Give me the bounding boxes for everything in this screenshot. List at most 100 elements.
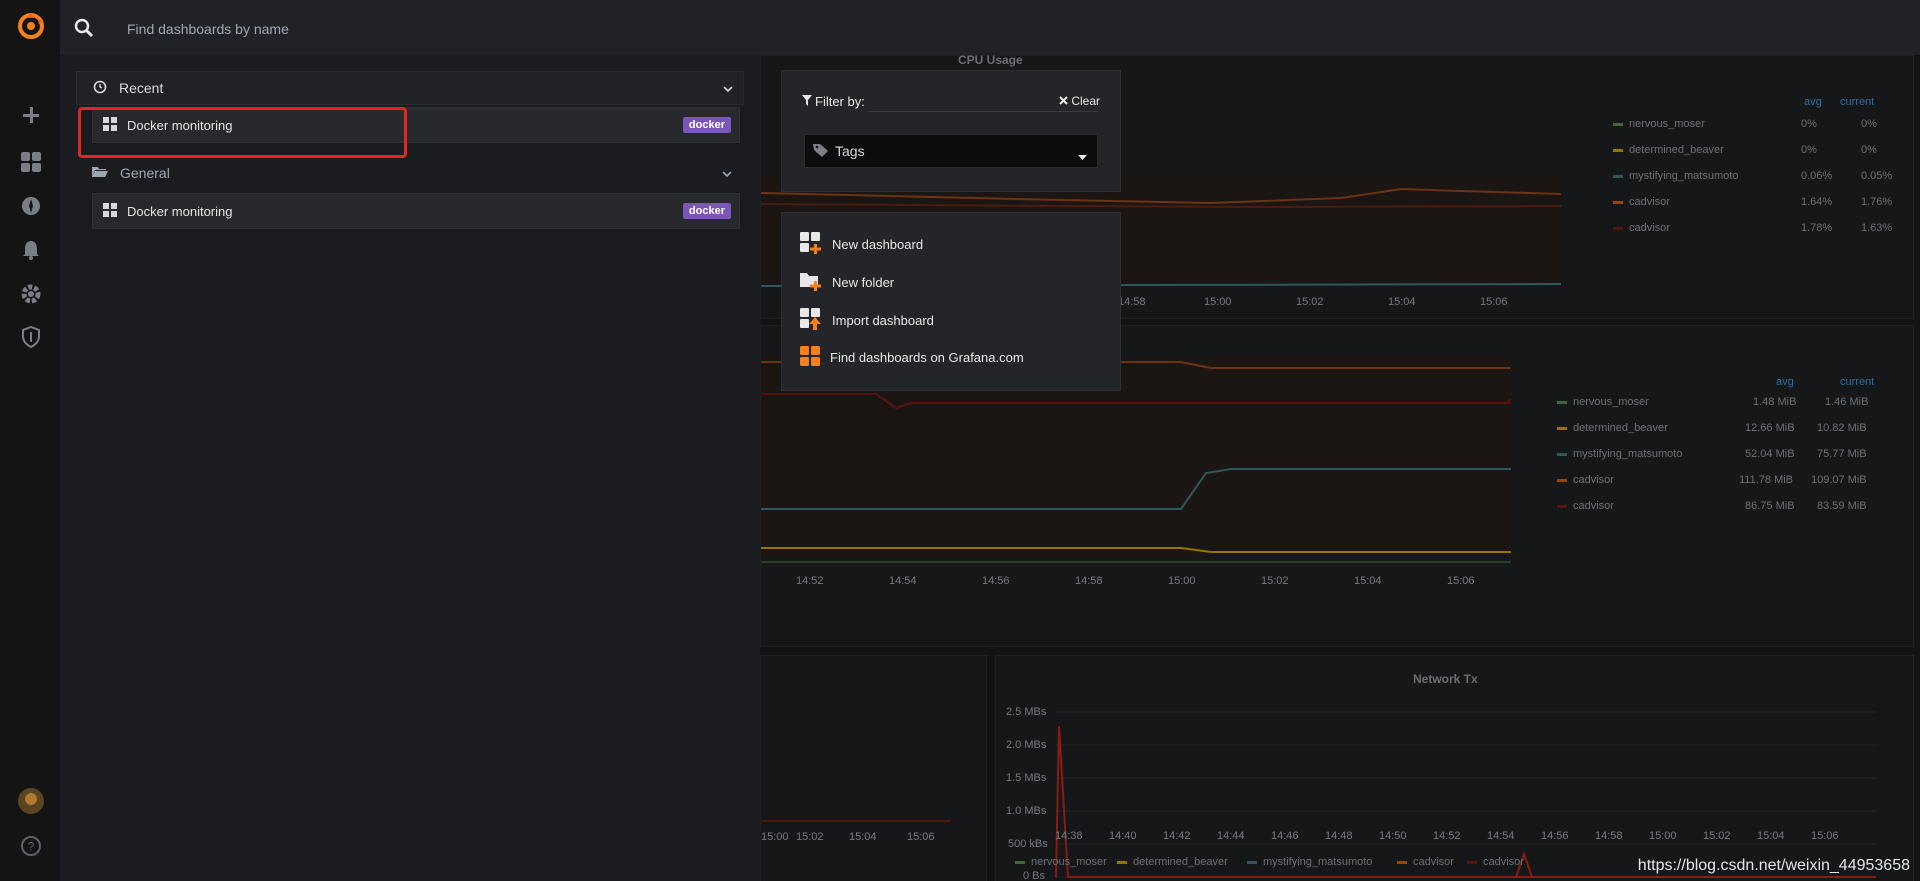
x-tick: 15:04 (1354, 575, 1382, 587)
help-icon[interactable]: ? (15, 830, 47, 862)
section-title: General (120, 165, 170, 181)
legend-label: cadvisor (1483, 856, 1524, 868)
chevron-down-icon[interactable] (722, 166, 732, 182)
grafana-logo-icon[interactable] (15, 10, 47, 42)
legend-label: cadvisor (1413, 856, 1454, 868)
legend-label: mystifying_matsumoto (1263, 856, 1373, 868)
network-tx-x-axis: 14:38 14:40 14:42 14:44 14:46 14:48 14:5… (1055, 830, 1915, 846)
action-label: Find dashboards on Grafana.com (830, 349, 1024, 365)
x-tick: 15:06 (1447, 575, 1475, 587)
svg-text:?: ? (28, 840, 35, 854)
x-tick: 14:56 (1541, 830, 1569, 842)
x-tick: 15:06 (1480, 296, 1508, 308)
x-tick: 15:04 (1757, 830, 1785, 842)
legend-header: avg (1804, 96, 1822, 108)
x-tick: 14:50 (1379, 830, 1407, 842)
grafana-dashboards-icon (800, 345, 820, 369)
shield-icon[interactable] (15, 321, 47, 353)
network-tx-legend: nervous_moser determined_beaver mystifyi… (1015, 856, 1535, 872)
tags-select[interactable]: Tags (804, 134, 1098, 168)
bell-icon[interactable] (15, 234, 47, 266)
x-tick: 15:06 (1811, 830, 1839, 842)
new-dashboard-icon (800, 231, 822, 257)
tag-icon (813, 143, 829, 160)
caret-down-icon (1078, 148, 1087, 164)
y-tick: 2.0 MBs (1006, 739, 1047, 751)
actions-panel: New dashboard New folder Import dashboar… (781, 212, 1121, 391)
x-tick: 15:06 (907, 831, 935, 843)
import-dashboard-button[interactable]: Import dashboard (800, 306, 934, 334)
filter-label: Filter by: (815, 94, 865, 109)
section-general[interactable]: General (76, 157, 742, 189)
plus-icon[interactable] (15, 99, 47, 131)
new-dashboard-button[interactable]: New dashboard (800, 230, 923, 258)
legend-header: current (1840, 376, 1875, 388)
y-tick: 1.5 MBs (1006, 772, 1047, 784)
x-tick: 15:00 (1204, 296, 1232, 308)
sidebar: ? (0, 0, 61, 881)
search-icon[interactable] (74, 18, 94, 43)
close-icon (1059, 94, 1069, 108)
clear-button[interactable]: Clear (1059, 94, 1100, 108)
watermark: https://blog.csdn.net/weixin_44953658 (1637, 857, 1910, 874)
action-label: Import dashboard (832, 312, 934, 328)
x-tick: 14:38 (1055, 830, 1083, 842)
x-tick: 14:40 (1109, 830, 1137, 842)
tag-badge[interactable]: docker (682, 203, 731, 219)
x-tick: 15:00 (761, 831, 789, 843)
x-tick: 14:58 (1595, 830, 1623, 842)
y-tick: 1.0 MBs (1006, 805, 1047, 817)
x-tick: 14:54 (1487, 830, 1515, 842)
clear-label: Clear (1071, 94, 1100, 108)
dashboard-icon (103, 202, 117, 220)
y-tick: 500 kBs (1008, 838, 1048, 850)
legend-header: current (1840, 96, 1875, 108)
legend-label: determined_beaver (1133, 856, 1228, 868)
x-tick: 14:46 (1271, 830, 1299, 842)
find-grafana-dashboards-link[interactable]: Find dashboards on Grafana.com (800, 343, 1024, 371)
x-tick: 15:02 (796, 831, 824, 843)
legend-row: cadvisor 86.75 MiB 83.59 MiB (1557, 500, 1897, 512)
new-folder-button[interactable]: New folder (800, 268, 894, 296)
search-bar (60, 0, 1920, 56)
legend-row: determined_beaver 12.66 MiB 10.82 MiB (1557, 422, 1897, 434)
legend-row: mystifying_matsumoto 0.06% 0.05% (1613, 170, 1893, 182)
clock-icon (93, 80, 107, 97)
filter-panel: Filter by: Clear Tags (781, 70, 1121, 192)
search-results-panel: Recent Docker monitoring docker General … (60, 55, 760, 881)
section-title: Recent (119, 80, 164, 96)
legend-row: cadvisor 111.78 MiB 109.07 MiB (1557, 474, 1897, 486)
explore-icon[interactable] (15, 190, 47, 222)
legend-row: determined_beaver 0% 0% (1613, 144, 1893, 156)
legend-row: mystifying_matsumoto 52.04 MiB 75.77 MiB (1557, 448, 1897, 460)
chevron-down-icon[interactable] (723, 81, 733, 97)
avatar[interactable] (15, 785, 47, 817)
tag-badge[interactable]: docker (682, 117, 731, 133)
network-tx-panel: Network Tx 2.5 MBs 2.0 MBs 1.5 MBs 1.0 M… (995, 655, 1914, 881)
x-tick: 14:56 (982, 575, 1010, 587)
divider (868, 111, 1098, 112)
legend-label: nervous_moser (1031, 856, 1107, 868)
filter-label-row: Filter by: (802, 94, 865, 109)
x-tick: 15:02 (1261, 575, 1289, 587)
tags-label: Tags (835, 143, 865, 159)
x-tick: 14:58 (1118, 296, 1146, 308)
x-tick: 14:52 (1433, 830, 1461, 842)
import-icon (800, 307, 822, 333)
list-item[interactable]: Docker monitoring docker (92, 193, 740, 229)
x-tick: 15:02 (1296, 296, 1324, 308)
gear-icon[interactable] (15, 278, 47, 310)
legend-row: nervous_moser 1.48 MiB 1.46 MiB (1557, 396, 1897, 408)
dashboards-icon[interactable] (15, 146, 47, 178)
new-folder-icon (800, 270, 822, 295)
x-tick: 15:04 (849, 831, 877, 843)
x-tick: 14:58 (1075, 575, 1103, 587)
x-tick: 14:48 (1325, 830, 1353, 842)
x-tick: 14:54 (889, 575, 917, 587)
section-recent[interactable]: Recent (76, 71, 744, 105)
x-tick: 15:02 (1703, 830, 1731, 842)
y-tick: 2.5 MBs (1006, 706, 1047, 718)
highlight-box (78, 107, 407, 158)
search-input[interactable] (125, 8, 729, 50)
x-tick: 14:44 (1217, 830, 1245, 842)
